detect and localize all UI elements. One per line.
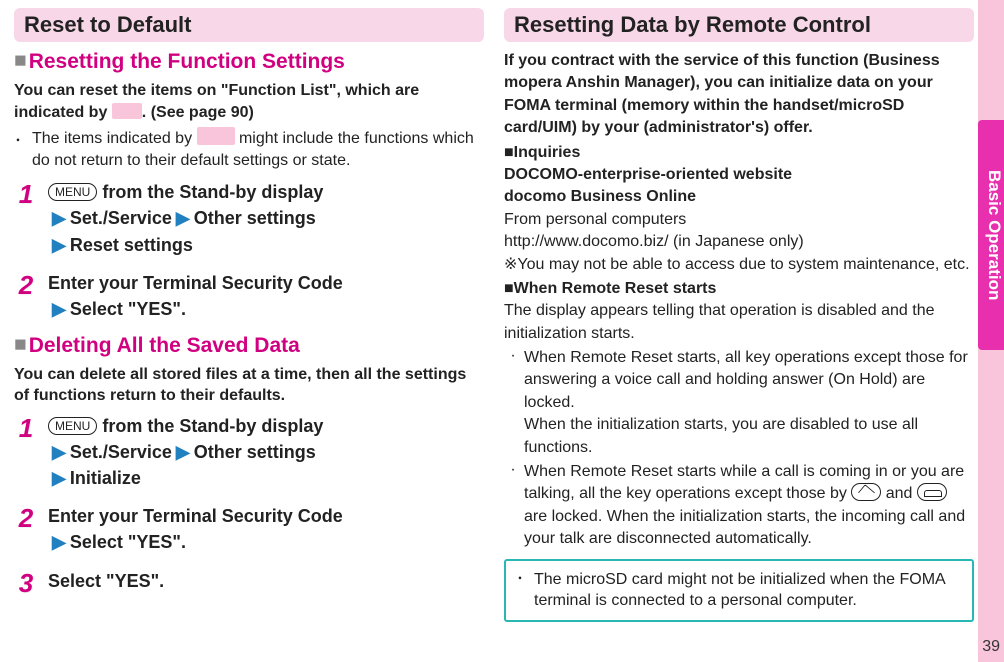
subhead-reset-function: ■Resetting the Function Settings bbox=[14, 50, 484, 74]
remote-reset-item-2: · When Remote Reset starts while a call … bbox=[508, 461, 974, 551]
bullet-dot-icon: ･ bbox=[516, 569, 528, 612]
step-number-3: 3 bbox=[14, 568, 38, 602]
subhead-delete-data: ■Deleting All the Saved Data bbox=[14, 334, 484, 358]
remote-reset-item-2-text: When Remote Reset starts while a call is… bbox=[524, 461, 974, 551]
note-bullet: ･ The items indicated by might include t… bbox=[14, 127, 484, 171]
subhead-text: Deleting All the Saved Data bbox=[29, 334, 300, 357]
delete-step-1-body: MENU from the Stand-by display ▶Set./Ser… bbox=[48, 413, 484, 491]
right-column: Resetting Data by Remote Control If you … bbox=[504, 8, 974, 622]
square-marker: ■ bbox=[504, 144, 514, 161]
dial-key-icon bbox=[851, 483, 881, 501]
remote-reset-item-1-text: When Remote Reset starts, all key operat… bbox=[524, 347, 974, 459]
inquiries-url: http://www.docomo.biz/ (in Japanese only… bbox=[504, 231, 974, 253]
middle-dot-icon: · bbox=[508, 347, 518, 459]
side-tab-basic-operation: Basic Operation bbox=[978, 120, 1004, 350]
section-title-reset-default: Reset to Default bbox=[14, 8, 484, 42]
inquiries-note: ※You may not be able to access due to sy… bbox=[520, 254, 974, 276]
inquiries-line-3: From personal computers bbox=[504, 209, 974, 231]
delete-step-3: 3 Select "YES". bbox=[14, 568, 484, 602]
delete-step-3-body: Select "YES". bbox=[48, 568, 484, 602]
step-2-body: Enter your Terminal Security Code ▶Selec… bbox=[48, 270, 484, 322]
inquiries-line-2: docomo Business Online bbox=[504, 186, 974, 208]
note-box-text: The microSD card might not be initialize… bbox=[534, 569, 962, 612]
note-text: The items indicated by might include the… bbox=[32, 127, 484, 171]
triangle-right-icon: ▶ bbox=[52, 208, 66, 228]
step-number-1: 1 bbox=[14, 413, 38, 447]
triangle-right-icon: ▶ bbox=[52, 442, 66, 462]
step-number-1: 1 bbox=[14, 179, 38, 213]
remote-reset-head: ■When Remote Reset starts bbox=[504, 278, 974, 300]
square-marker: ■ bbox=[504, 280, 514, 297]
inquiries-line-1: DOCOMO-enterprise-oriented website bbox=[504, 164, 974, 186]
triangle-right-icon: ▶ bbox=[52, 299, 66, 319]
triangle-right-icon: ▶ bbox=[176, 208, 190, 228]
step-number-2: 2 bbox=[14, 503, 38, 537]
step-2: 2 Enter your Terminal Security Code ▶Sel… bbox=[14, 270, 484, 322]
square-marker: ■ bbox=[14, 333, 27, 356]
menu-key-icon: MENU bbox=[48, 183, 97, 201]
delete-step-2-body: Enter your Terminal Security Code ▶Selec… bbox=[48, 503, 484, 555]
triangle-right-icon: ▶ bbox=[52, 532, 66, 552]
highlight-chip-icon bbox=[112, 103, 142, 119]
delete-step-2: 2 Enter your Terminal Security Code ▶Sel… bbox=[14, 503, 484, 555]
intro-reset-function: You can reset the items on "Function Lis… bbox=[14, 80, 484, 123]
triangle-right-icon: ▶ bbox=[52, 468, 66, 488]
remote-reset-item-1: · When Remote Reset starts, all key oper… bbox=[508, 347, 974, 459]
middle-dot-icon: · bbox=[508, 461, 518, 551]
menu-key-icon: MENU bbox=[48, 417, 97, 435]
section-title-remote: Resetting Data by Remote Control bbox=[504, 8, 974, 42]
left-column: Reset to Default ■Resetting the Function… bbox=[14, 8, 484, 622]
note-box: ･ The microSD card might not be initiali… bbox=[504, 559, 974, 622]
step-1: 1 MENU from the Stand-by display ▶Set./S… bbox=[14, 179, 484, 257]
inquiries-head: ■Inquiries bbox=[504, 142, 974, 164]
subhead-text: Resetting the Function Settings bbox=[29, 50, 345, 73]
hangup-key-icon bbox=[917, 483, 947, 501]
triangle-right-icon: ▶ bbox=[176, 442, 190, 462]
bullet-dot-icon: ･ bbox=[14, 127, 26, 171]
step-1-body: MENU from the Stand-by display ▶Set./Ser… bbox=[48, 179, 484, 257]
page-number: 39 bbox=[982, 638, 1000, 656]
remote-reset-body: The display appears telling that operati… bbox=[504, 300, 974, 345]
step-number-2: 2 bbox=[14, 270, 38, 304]
intro-delete-data: You can delete all stored files at a tim… bbox=[14, 364, 484, 407]
delete-step-1: 1 MENU from the Stand-by display ▶Set./S… bbox=[14, 413, 484, 491]
triangle-right-icon: ▶ bbox=[52, 235, 66, 255]
highlight-chip-icon bbox=[197, 127, 235, 145]
square-marker: ■ bbox=[14, 49, 27, 72]
remote-intro: If you contract with the service of this… bbox=[504, 50, 974, 140]
